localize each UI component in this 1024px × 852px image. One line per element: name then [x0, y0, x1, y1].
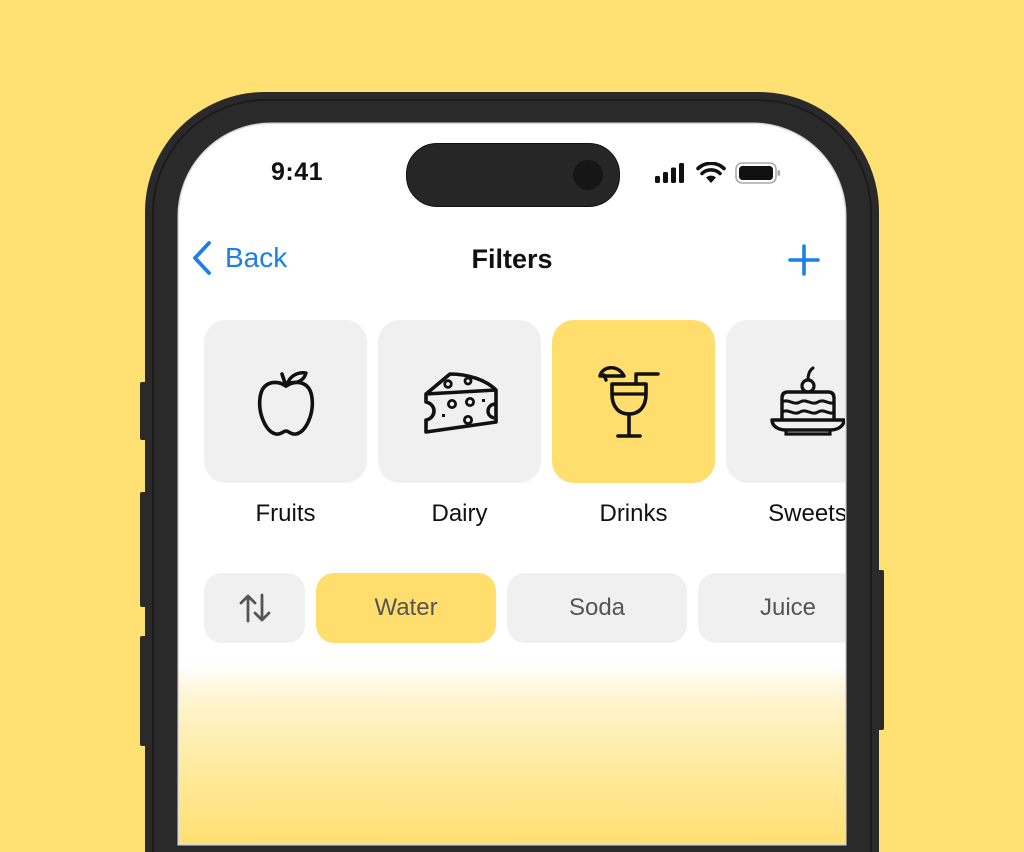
filter-chips: Water Soda Juice [204, 573, 845, 643]
category-tile [378, 320, 541, 483]
camera-icon [573, 160, 603, 190]
status-time: 9:41 [271, 158, 324, 186]
add-button[interactable] [788, 244, 820, 281]
dynamic-island [406, 143, 620, 207]
page-title: Filters [471, 244, 553, 274]
signal-icon [655, 163, 684, 183]
category-label: Fruits [255, 500, 316, 527]
sort-arrows-icon [239, 593, 270, 623]
cake-icon [769, 366, 845, 436]
category-tile [552, 320, 715, 483]
category-fruits[interactable]: Fruits [204, 320, 367, 528]
category-list: Fruits Dairy Drinks Sweets [204, 320, 845, 528]
category-dairy[interactable]: Dairy [378, 320, 541, 528]
phone-body: 9:41 Back Filters Fruits Dairy Drinks Sw… [145, 92, 879, 852]
category-drinks[interactable]: Drinks [552, 320, 715, 528]
cocktail-icon [597, 365, 660, 438]
sort-button[interactable] [204, 573, 305, 643]
chip-juice[interactable]: Juice [698, 573, 845, 643]
apple-icon [257, 370, 314, 436]
category-label: Sweets [768, 500, 845, 527]
category-tile [726, 320, 845, 483]
bottom-fade-overlay [179, 664, 845, 844]
screen: 9:41 Back Filters Fruits Dairy Drinks Sw… [179, 124, 845, 844]
battery-icon [735, 162, 780, 184]
cheese-icon [423, 371, 498, 434]
category-sweets[interactable]: Sweets [726, 320, 845, 528]
wifi-icon [696, 162, 726, 183]
category-label: Dairy [431, 500, 488, 527]
category-label: Drinks [599, 500, 668, 527]
chip-soda[interactable]: Soda [507, 573, 687, 643]
plus-icon [788, 244, 820, 276]
chip-water[interactable]: Water [316, 573, 496, 643]
category-tile [204, 320, 367, 483]
status-icons [655, 162, 781, 184]
